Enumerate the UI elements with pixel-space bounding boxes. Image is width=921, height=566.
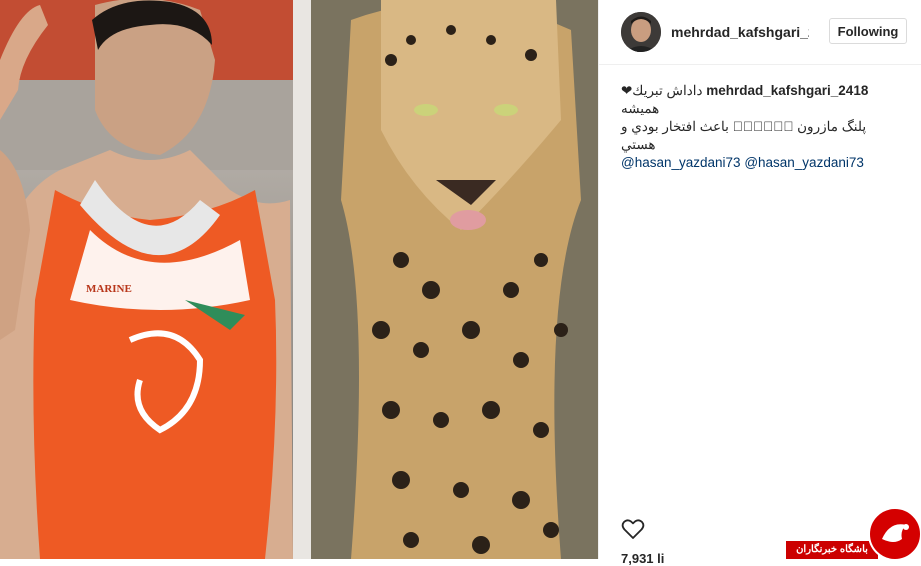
post-username[interactable]: mehrdad_kafshgari_24 (671, 24, 809, 40)
watermark-banner: باشگاه خبرنگاران (786, 541, 878, 559)
caption-line-1: mehrdad_kafshgari_2418 داداش تبريك❤همیشه (621, 82, 891, 118)
jersey-text: MARINE (86, 283, 132, 295)
wrestler-photo: MARINE (0, 0, 293, 559)
leopard-illustration (311, 0, 598, 559)
post-media: MARINE (0, 0, 598, 559)
post-caption: mehrdad_kafshgari_2418 داداش تبريك❤همیشه… (621, 82, 891, 172)
leopard-photo (311, 0, 598, 559)
post-sidebar: mehrdad_kafshgari_24 Following mehrdad_k… (598, 0, 921, 566)
post-header: mehrdad_kafshgari_24 Following (599, 0, 921, 65)
watermark: باشگاه خبرنگاران (786, 505, 921, 561)
post-actions (621, 518, 661, 548)
caption-text-1: داداش تبريك❤همیشه (621, 83, 703, 116)
caption-text-2: پلنگ مازرون 🏻🏻🏻🏻🏻🏻 باعث افتخار بودي و هس… (621, 119, 867, 152)
wrestler-illustration (0, 0, 293, 559)
following-button[interactable]: Following (829, 18, 907, 44)
watermark-logo-icon (868, 507, 921, 561)
instagram-post: MARINE mehrdad_kafshgari_24 Following me… (0, 0, 921, 566)
caption-author[interactable]: mehrdad_kafshgari_2418 (706, 83, 868, 98)
avatar-image (621, 12, 661, 52)
heart-outline-icon[interactable] (621, 518, 645, 540)
mention-link[interactable]: @hasan_yazdani73 (621, 155, 741, 170)
mention-link[interactable]: @hasan_yazdani73 (744, 155, 864, 170)
image-divider (293, 0, 311, 559)
avatar[interactable] (621, 12, 661, 52)
caption-mentions: @hasan_yazdani73 @hasan_yazdani73 (621, 154, 891, 172)
